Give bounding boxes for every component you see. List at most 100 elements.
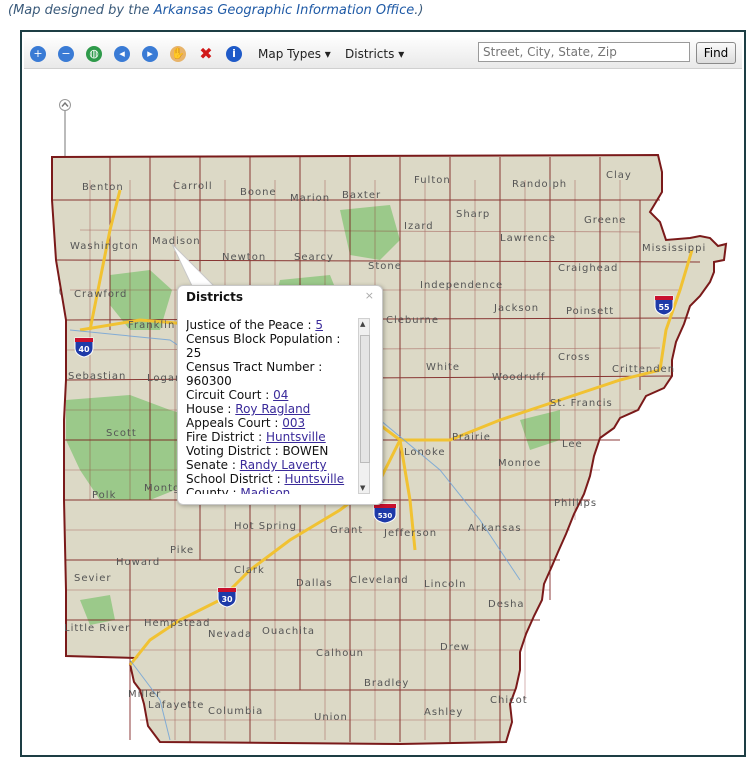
svg-text:55: 55: [658, 303, 670, 312]
address-search-input[interactable]: [478, 42, 690, 62]
close-icon[interactable]: ×: [365, 289, 374, 302]
circuit-court-link[interactable]: 04: [273, 388, 288, 402]
popup-label: Justice of the Peace :: [186, 318, 316, 332]
districts-label: Districts: [345, 47, 395, 61]
county-link[interactable]: Madison: [240, 486, 290, 494]
senate-link[interactable]: Randy Laverty: [240, 458, 327, 472]
county-label: Drew: [440, 642, 470, 653]
map-types-label: Map Types: [258, 47, 321, 61]
county-label: Baxter: [342, 190, 381, 201]
i30-shield: 30: [217, 587, 237, 608]
county-label: Ouachita: [262, 626, 315, 637]
justice-of-peace-link[interactable]: 5: [315, 318, 323, 332]
agio-link[interactable]: Arkansas Geographic Information Office: [154, 3, 415, 18]
county-label: Scott: [106, 428, 137, 439]
districts-popup: Districts × Justice of the Peace : 5 Cen…: [177, 285, 383, 505]
county-label: Lafayette: [148, 700, 204, 711]
county-label: Phillips: [554, 498, 597, 509]
county-label: Chicot: [490, 695, 528, 706]
county-label: Woodruff: [492, 372, 545, 383]
zoom-out-icon[interactable]: −: [58, 46, 74, 62]
popup-line-senate: Senate : Randy Laverty: [186, 458, 358, 472]
county-label: Craighead: [558, 263, 618, 274]
popup-pointer: [171, 243, 216, 287]
county-label: Clay: [606, 170, 632, 181]
county-label: Monroe: [498, 458, 541, 469]
scroll-up-icon[interactable]: ▲: [360, 320, 365, 328]
county-label: Washington: [70, 241, 139, 252]
county-label: Jefferson: [383, 528, 437, 539]
county-label: Howard: [116, 557, 160, 568]
county-label: Boone: [240, 187, 277, 198]
county-label: Pike: [170, 545, 194, 556]
county-label: Mississippi: [642, 243, 706, 254]
info-icon[interactable]: i: [226, 46, 242, 62]
map-types-menu[interactable]: Map Types ▾: [258, 47, 331, 61]
fire-district-link[interactable]: Huntsville: [266, 430, 326, 444]
county-label: Cleveland: [350, 575, 409, 586]
i40-shield: 40: [74, 337, 94, 358]
county-label: Lawrence: [500, 233, 556, 244]
scroll-down-icon[interactable]: ▼: [360, 484, 365, 492]
school-district-link[interactable]: Huntsville: [284, 472, 344, 486]
map-caption: (Map designed by the Arkansas Geographic…: [8, 3, 424, 18]
popup-label: Senate :: [186, 458, 240, 472]
svg-text:530: 530: [378, 512, 393, 520]
popup-label: Census Block Population :: [186, 332, 341, 346]
county-label: Miller: [128, 689, 161, 700]
pan-hand-icon[interactable]: ✋: [170, 46, 186, 62]
county-label: Desha: [488, 599, 525, 610]
popup-value: 960300: [186, 374, 232, 388]
county-label: Izard: [404, 221, 434, 232]
districts-menu[interactable]: Districts ▾: [345, 47, 404, 61]
zoom-in-icon[interactable]: +: [30, 46, 46, 62]
popup-label: Appeals Court :: [186, 416, 283, 430]
popup-line-jp: Justice of the Peace : 5: [186, 318, 358, 332]
county-label: Carroll: [173, 181, 213, 192]
county-label: Union: [314, 712, 348, 723]
county-label: Lonoke: [404, 447, 446, 458]
popup-label: Fire District :: [186, 430, 267, 444]
popup-line-fire: Fire District : Huntsville: [186, 430, 358, 444]
county-label: Polk: [92, 490, 116, 501]
chevron-down-icon: ▾: [398, 47, 405, 61]
popup-line-county: County : Madison: [186, 486, 358, 494]
i55-shield: 55: [654, 295, 674, 316]
popup-scrollbar[interactable]: ▲ ▼: [358, 318, 370, 494]
globe-icon[interactable]: ◍: [86, 46, 102, 62]
popup-line-house: House : Roy Ragland: [186, 402, 358, 416]
popup-label: Voting District :: [186, 444, 283, 458]
popup-line-appeals: Appeals Court : 003: [186, 416, 358, 430]
popup-label: School District :: [186, 472, 285, 486]
county-label: Randolph: [512, 179, 567, 190]
county-label: Poinsett: [566, 306, 614, 317]
county-label: Jackson: [493, 303, 539, 314]
county-label: Ashley: [424, 707, 463, 718]
house-link[interactable]: Roy Ragland: [235, 402, 310, 416]
popup-line-tract: Census Tract Number : 960300: [186, 360, 358, 388]
appeals-court-link[interactable]: 003: [282, 416, 305, 430]
popup-label: County :: [186, 486, 241, 494]
county-label: Greene: [584, 215, 626, 226]
popup-label: Census Tract Number :: [186, 360, 323, 374]
county-label: Franklin: [128, 320, 175, 331]
county-label: Columbia: [208, 706, 263, 717]
county-label: Searcy: [294, 252, 334, 263]
county-label: Benton: [82, 182, 124, 193]
previous-extent-icon[interactable]: ◂: [114, 46, 130, 62]
clear-x-icon[interactable]: ✖: [198, 46, 214, 62]
county-label: Lincoln: [424, 579, 466, 590]
county-label: Fulton: [414, 175, 451, 186]
popup-label: Circuit Court :: [186, 388, 274, 402]
popup-line-school: School District : Huntsville: [186, 472, 358, 486]
next-extent-icon[interactable]: ▸: [142, 46, 158, 62]
county-label: White: [426, 362, 460, 373]
popup-line-circuit: Circuit Court : 04: [186, 388, 358, 402]
county-label: Hot Spring: [234, 521, 297, 532]
find-button[interactable]: Find: [696, 42, 736, 64]
arkansas-map[interactable]: 40 55 530 30 Benton Carroll Boone Marion…: [24, 70, 742, 753]
county-label: Sebastian: [68, 371, 126, 382]
popup-line-population: Census Block Population : 25: [186, 332, 358, 360]
county-label: Grant: [330, 525, 363, 536]
popup-scroll-thumb[interactable]: [360, 335, 370, 463]
